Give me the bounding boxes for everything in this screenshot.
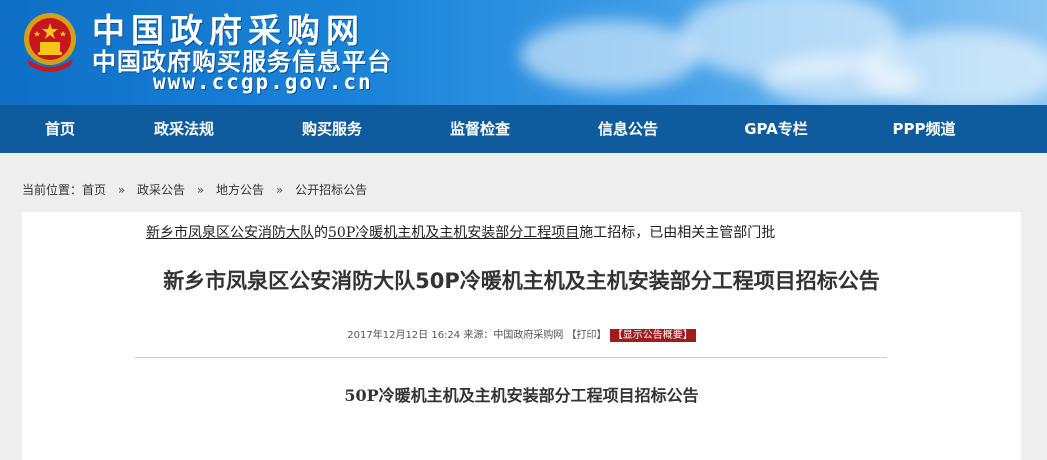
- body-text: 施工招标，已由相关主管部门批: [579, 225, 776, 241]
- site-header: 中国政府采购网 中国政府购买服务信息平台 www.ccgp.gov.cn: [0, 0, 1047, 105]
- article-panel: 新乡市凤泉区公安消防大队50P冷暖机主机及主机安装部分工程项目招标公告 2017…: [22, 212, 1021, 460]
- article-meta: 2017年12月12日 16:24 来源：中国政府采购网 【打印】 【显示公告概…: [22, 326, 1021, 342]
- nav-item-purchase-services[interactable]: 购买服务: [258, 105, 406, 153]
- site-url: www.ccgp.gov.cn: [153, 70, 373, 94]
- nav-item-gpa[interactable]: GPA专栏: [702, 105, 850, 153]
- cloud-decoration: [760, 55, 920, 105]
- article-body: 新乡市凤泉区公安消防大队的50P冷暖机主机及主机安装部分工程项目施工招标，已由相…: [146, 222, 775, 242]
- nav-item-announcements[interactable]: 信息公告: [554, 105, 702, 153]
- breadcrumb-prefix: 当前位置：: [22, 183, 83, 197]
- nav-item-home[interactable]: 首页: [20, 105, 100, 153]
- breadcrumb: 当前位置：首页 » 政采公告 » 地方公告 » 公开招标公告: [22, 181, 367, 198]
- nav-item-supervision[interactable]: 监督检查: [406, 105, 554, 153]
- breadcrumb-home-link[interactable]: 首页: [82, 183, 106, 197]
- body-entity: 新乡市凤泉区公安消防大队: [146, 225, 314, 241]
- breadcrumb-separator: »: [196, 183, 205, 197]
- body-text: 的: [314, 225, 328, 241]
- article-source: 中国政府采购网: [493, 330, 564, 341]
- nav-item-ppp[interactable]: PPP频道: [850, 105, 998, 153]
- divider: [135, 357, 887, 358]
- breadcrumb-tender-link[interactable]: 公开招标公告: [295, 183, 367, 197]
- nav-item-regulations[interactable]: 政采法规: [110, 105, 258, 153]
- breadcrumb-separator: »: [117, 183, 126, 197]
- print-link[interactable]: 【打印】: [567, 330, 607, 341]
- breadcrumb-procurement-link[interactable]: 政采公告: [137, 183, 185, 197]
- breadcrumb-separator: »: [275, 183, 284, 197]
- national-emblem-icon: [24, 13, 76, 72]
- cloud-decoration: [520, 20, 700, 90]
- show-summary-button[interactable]: 【显示公告概要】: [609, 329, 696, 342]
- breadcrumb-local-link[interactable]: 地方公告: [216, 183, 264, 197]
- main-nav: 首页 政采法规 购买服务 监督检查 信息公告 GPA专栏 PPP频道: [0, 105, 1047, 153]
- document-title: 50P冷暖机主机及主机安装部分工程项目招标公告: [344, 386, 699, 405]
- source-label: 来源：: [463, 330, 494, 341]
- article-date: 2017年12月12日 16:24: [347, 330, 461, 341]
- body-project: 50P冷暖机主机及主机安装部分工程项目: [328, 225, 580, 241]
- article-title: 新乡市凤泉区公安消防大队50P冷暖机主机及主机安装部分工程项目招标公告: [163, 269, 880, 293]
